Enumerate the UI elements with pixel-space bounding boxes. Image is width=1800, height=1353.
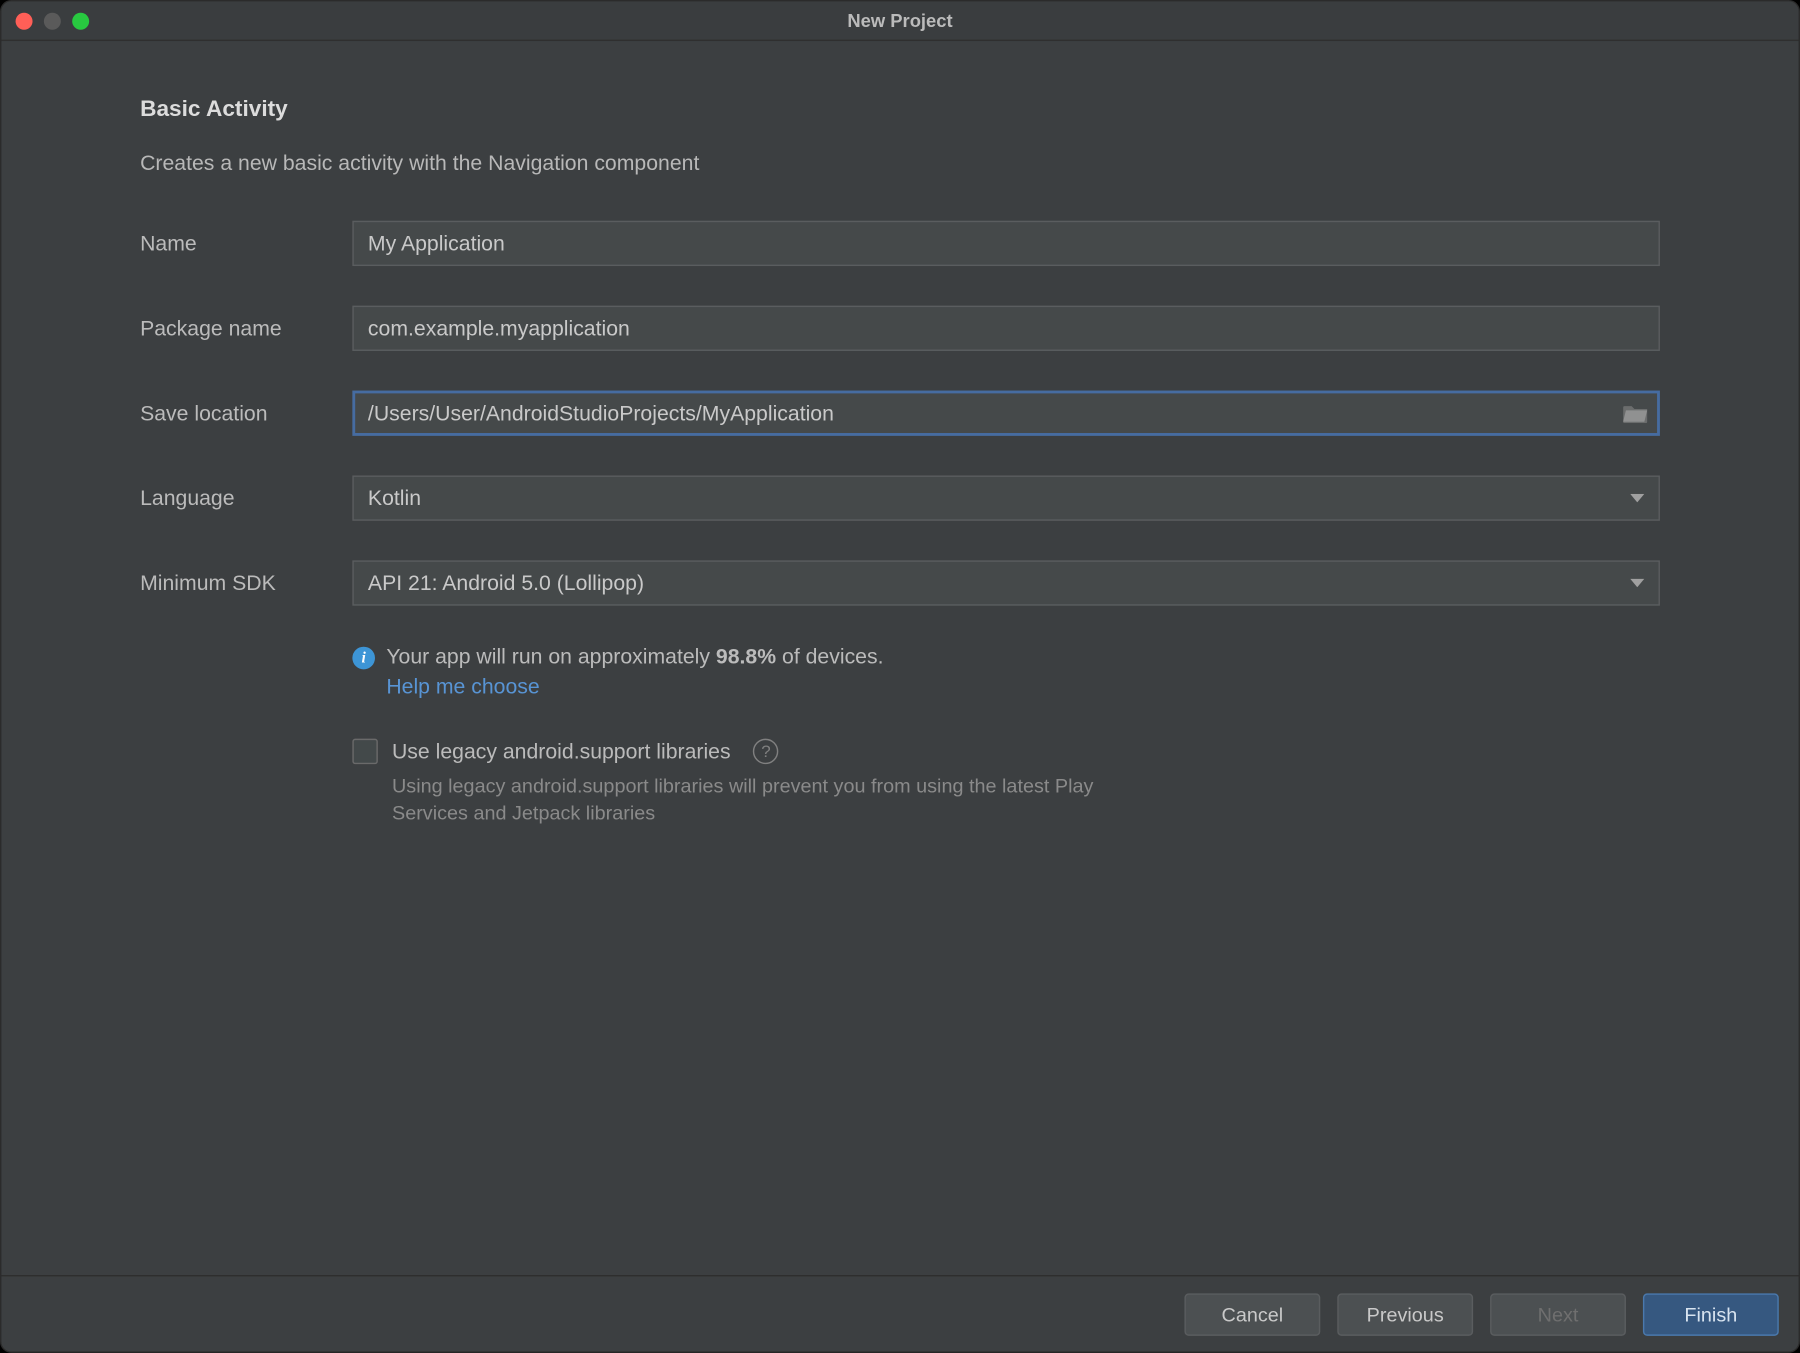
chevron-down-icon <box>1630 579 1644 587</box>
minimize-window-button <box>44 12 61 29</box>
chevron-down-icon <box>1630 494 1644 502</box>
finish-button[interactable]: Finish <box>1643 1293 1779 1335</box>
sdk-value: API 21: Android 5.0 (Lollipop) <box>368 571 644 595</box>
titlebar: New Project <box>1 1 1798 41</box>
cancel-button[interactable]: Cancel <box>1184 1293 1320 1335</box>
location-row: Save location <box>140 391 1660 436</box>
dialog-footer: Cancel Previous Next Finish <box>1 1275 1798 1351</box>
window-controls <box>1 12 89 29</box>
help-me-choose-link[interactable]: Help me choose <box>386 675 539 699</box>
close-window-button[interactable] <box>16 12 33 29</box>
sdk-row: Minimum SDK API 21: Android 5.0 (Lollipo… <box>140 560 1660 605</box>
sdk-label: Minimum SDK <box>140 571 352 595</box>
device-coverage-info: i Your app will run on approximately 98.… <box>352 645 1660 669</box>
location-input[interactable] <box>352 391 1660 436</box>
coverage-prefix: Your app will run on approximately <box>386 645 716 669</box>
page-subtitle: Creates a new basic activity with the Na… <box>140 151 1660 175</box>
legacy-label: Use legacy android.support libraries <box>392 739 731 763</box>
package-input[interactable] <box>352 306 1660 351</box>
sdk-select[interactable]: API 21: Android 5.0 (Lollipop) <box>352 560 1660 605</box>
browse-folder-icon[interactable] <box>1623 403 1648 423</box>
language-row: Language Kotlin <box>140 475 1660 520</box>
legacy-description: Using legacy android.support libraries w… <box>392 773 1100 826</box>
name-row: Name <box>140 221 1660 266</box>
sdk-info-row: i Your app will run on approximately 98.… <box>140 645 1660 699</box>
dialog-content: Basic Activity Creates a new basic activ… <box>1 41 1798 1275</box>
next-button: Next <box>1490 1293 1626 1335</box>
info-icon: i <box>352 646 375 669</box>
legacy-checkbox[interactable] <box>352 739 377 764</box>
previous-button[interactable]: Previous <box>1337 1293 1473 1335</box>
language-select[interactable]: Kotlin <box>352 475 1660 520</box>
window-title: New Project <box>1 10 1798 31</box>
legacy-row: Use legacy android.support libraries ? U… <box>140 739 1660 826</box>
location-label: Save location <box>140 401 352 425</box>
maximize-window-button[interactable] <box>72 12 89 29</box>
language-label: Language <box>140 486 352 510</box>
name-input[interactable] <box>352 221 1660 266</box>
new-project-dialog: New Project Basic Activity Creates a new… <box>0 0 1800 1353</box>
package-row: Package name <box>140 306 1660 351</box>
language-value: Kotlin <box>368 486 421 510</box>
name-label: Name <box>140 231 352 255</box>
coverage-percent: 98.8% <box>716 645 776 669</box>
page-heading: Basic Activity <box>140 98 1660 123</box>
help-icon[interactable]: ? <box>753 739 778 764</box>
package-label: Package name <box>140 316 352 340</box>
coverage-suffix: of devices. <box>776 645 883 669</box>
